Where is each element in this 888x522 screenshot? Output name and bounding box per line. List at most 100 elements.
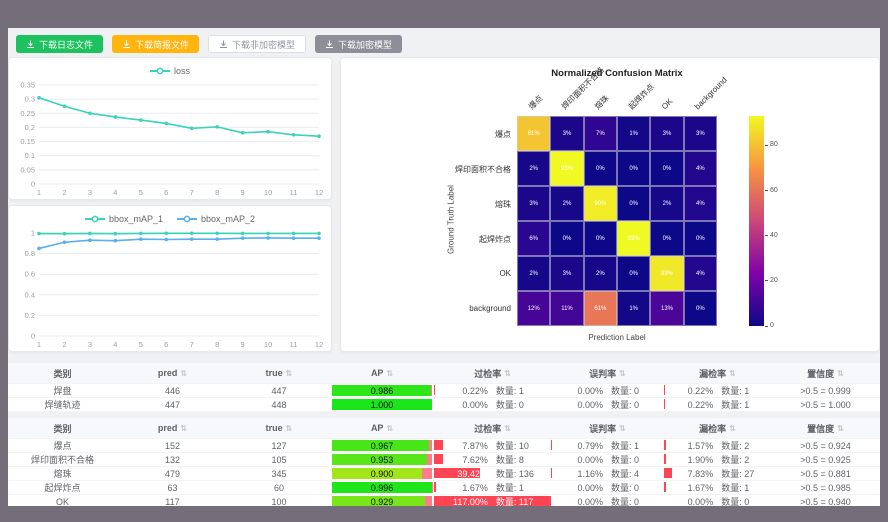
ap-value: 0.953 <box>332 454 432 465</box>
rate-cell: 0.22%数量: 1 <box>434 384 551 398</box>
confusion-cell: 93% <box>550 151 583 186</box>
sort-icon[interactable]: ⇅ <box>729 369 736 378</box>
sort-icon[interactable]: ⇅ <box>504 369 511 378</box>
rate-cell: 1.67%数量: 1 <box>664 481 771 495</box>
ap-bar-wrap: 0.929 <box>332 496 432 506</box>
download-icon <box>122 40 131 49</box>
rate-percent: 0.22% <box>664 400 713 410</box>
confusion-cell: 13% <box>650 291 683 326</box>
table-row: 起焊炸点63600.9961.67%数量: 10.00%数量: 01.67%数量… <box>8 481 880 495</box>
confusion-cell: 0% <box>650 151 683 186</box>
rate-count: 数量: 0 <box>611 495 639 506</box>
svg-text:4: 4 <box>113 188 117 197</box>
download-button-4[interactable]: 下载加密模型 <box>315 35 402 53</box>
true-value: 447 <box>228 384 330 398</box>
table-row: OK1171000.929117.00%数量: 1170.00%数量: 00.0… <box>8 495 880 506</box>
column-header[interactable]: AP⇅ <box>330 418 434 439</box>
row-label: 焊印面积不合格 <box>341 164 511 175</box>
confusion-cell: 0% <box>684 221 717 256</box>
rate-percent: 0.00% <box>551 455 603 465</box>
rate-count: 数量: 1 <box>496 481 524 494</box>
sort-icon[interactable]: ⇅ <box>180 369 187 378</box>
legend-marker-icon <box>85 215 105 223</box>
svg-text:9: 9 <box>241 340 245 349</box>
legend-item[interactable]: loss <box>150 66 190 76</box>
ap-cell: 1.000 <box>330 398 434 412</box>
pred-value: 117 <box>117 495 228 506</box>
confusion-cell: 4% <box>684 151 717 186</box>
confusion-cell: 3% <box>650 116 683 151</box>
column-header[interactable]: 误判率⇅ <box>551 363 664 384</box>
table-row: 爆点1521270.9677.87%数量: 100.79%数量: 11.57%数… <box>8 439 880 453</box>
svg-text:1: 1 <box>31 229 35 238</box>
ap-value: 0.986 <box>332 385 432 396</box>
sort-icon[interactable]: ⇅ <box>619 369 626 378</box>
column-header[interactable]: pred⇅ <box>117 418 228 439</box>
column-header[interactable]: true⇅ <box>228 418 330 439</box>
svg-text:0.15: 0.15 <box>20 137 35 146</box>
sort-icon[interactable]: ⇅ <box>386 424 393 433</box>
sort-icon[interactable]: ⇅ <box>286 369 293 378</box>
legend-item[interactable]: bbox_mAP_1 <box>85 214 163 224</box>
row-label: 爆点 <box>341 129 511 140</box>
sort-icon[interactable]: ⇅ <box>837 369 844 378</box>
rate-percent: 1.57% <box>664 441 713 451</box>
svg-text:0.8: 0.8 <box>25 249 35 258</box>
colorbar-tick-label: 0 <box>770 322 774 329</box>
column-header[interactable]: true⇅ <box>228 363 330 384</box>
rate-percent: 0.00% <box>551 400 603 410</box>
charts-area: loss 00.050.10.150.20.250.30.35123456789… <box>8 57 880 353</box>
svg-text:0.1: 0.1 <box>25 151 35 160</box>
ap-value: 0.900 <box>332 468 432 479</box>
legend-item[interactable]: bbox_mAP_2 <box>177 214 255 224</box>
sort-icon[interactable]: ⇅ <box>286 424 293 433</box>
svg-text:6: 6 <box>164 188 168 197</box>
button-label: 下载加密模型 <box>338 38 392 51</box>
table-row: 熔珠4793450.90039.42%数量: 1361.16%数量: 47.83… <box>8 467 880 481</box>
sort-icon[interactable]: ⇅ <box>729 424 736 433</box>
column-header[interactable]: 误判率⇅ <box>551 418 664 439</box>
column-header[interactable]: pred⇅ <box>117 363 228 384</box>
pred-value: 447 <box>117 398 228 412</box>
ap-cell: 0.900 <box>330 467 434 481</box>
svg-text:5: 5 <box>139 340 143 349</box>
svg-text:0.25: 0.25 <box>20 109 35 118</box>
column-header[interactable]: 置信度⇅ <box>771 363 880 384</box>
column-header[interactable]: 置信度⇅ <box>771 418 880 439</box>
confidence-value: >0.5 = 0.985 <box>771 481 880 495</box>
sort-icon[interactable]: ⇅ <box>386 369 393 378</box>
ap-bar-wrap: 0.900 <box>332 468 432 479</box>
rate-count: 数量: 27 <box>721 467 754 480</box>
download-button-1[interactable]: 下载日志文件 <box>16 35 103 53</box>
sort-icon[interactable]: ⇅ <box>619 424 626 433</box>
colorbar-tick-label: 80 <box>770 141 778 148</box>
pred-value: 152 <box>117 439 228 453</box>
colorbar-tick <box>765 326 768 327</box>
rate-count: 数量: 0 <box>721 495 749 506</box>
rate-count: 数量: 10 <box>496 439 529 452</box>
sort-icon[interactable]: ⇅ <box>837 424 844 433</box>
column-header[interactable]: 漏检率⇅ <box>664 418 771 439</box>
rate-count: 数量: 1 <box>721 398 749 411</box>
confusion-cell: 3% <box>684 116 717 151</box>
legend-label: bbox_mAP_1 <box>109 214 163 224</box>
column-header[interactable]: AP⇅ <box>330 363 434 384</box>
rate-count: 数量: 1 <box>496 384 524 397</box>
table-row: 焊缝轨迹4474481.0000.00%数量: 00.00%数量: 00.22%… <box>8 398 880 412</box>
download-button-3[interactable]: 下载非加密模型 <box>208 35 306 53</box>
sort-icon[interactable]: ⇅ <box>504 424 511 433</box>
svg-text:12: 12 <box>315 340 323 349</box>
download-button-2[interactable]: 下载简报文件 <box>112 35 199 53</box>
svg-text:0.2: 0.2 <box>25 311 35 320</box>
ap-cell: 0.953 <box>330 453 434 467</box>
confusion-cell: 2% <box>550 186 583 221</box>
pred-value: 479 <box>117 467 228 481</box>
confusion-cell: 3% <box>550 256 583 291</box>
sort-icon[interactable]: ⇅ <box>180 424 187 433</box>
column-header[interactable]: 过检率⇅ <box>434 363 551 384</box>
rate-percent: 1.67% <box>664 483 713 493</box>
column-header[interactable]: 漏检率⇅ <box>664 363 771 384</box>
ap-cell: 0.986 <box>330 384 434 398</box>
column-header[interactable]: 过检率⇅ <box>434 418 551 439</box>
true-value: 345 <box>228 467 330 481</box>
